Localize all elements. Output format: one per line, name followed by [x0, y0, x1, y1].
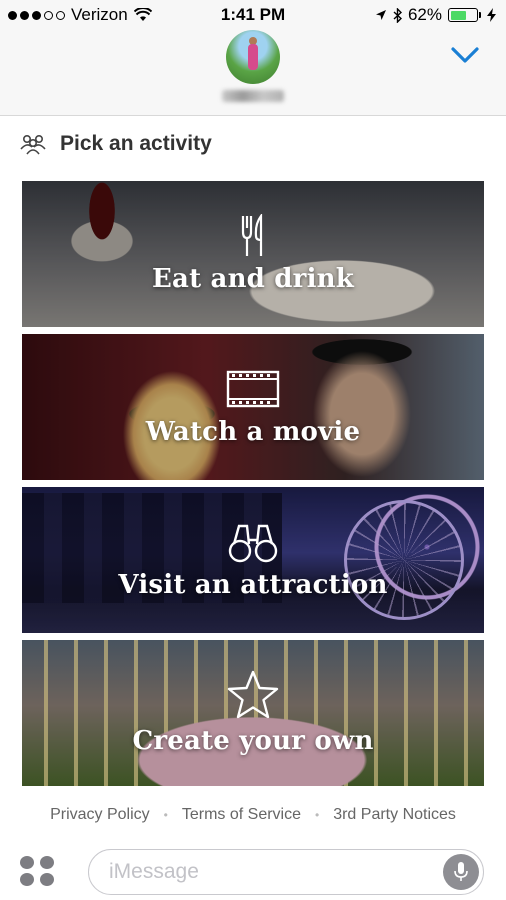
- pick-activity-heading: Pick an activity: [20, 132, 212, 156]
- star-icon: [227, 670, 279, 719]
- terms-of-service-link[interactable]: Terms of Service: [182, 806, 301, 824]
- third-party-notices-link[interactable]: 3rd Party Notices: [333, 806, 456, 824]
- chevron-down-icon[interactable]: [450, 44, 480, 66]
- app-drawer-icon[interactable]: [20, 856, 56, 886]
- link-separator: •: [315, 808, 320, 822]
- compose-bar: [0, 846, 506, 900]
- battery-percentage: 62%: [407, 5, 442, 24]
- carrier-label: Verizon: [71, 5, 128, 24]
- fork-knife-icon: [241, 214, 263, 256]
- tile-watch-a-movie[interactable]: Watch a movie: [22, 334, 484, 480]
- contact-avatar[interactable]: [226, 30, 280, 84]
- location-arrow-icon: [375, 10, 386, 20]
- tile-label: Watch a movie: [145, 417, 361, 447]
- page-title: Pick an activity: [60, 132, 212, 155]
- battery-icon: [448, 8, 481, 22]
- wifi-icon: [133, 8, 152, 21]
- link-separator: •: [163, 808, 168, 822]
- tile-label: Eat and drink: [152, 264, 354, 294]
- status-bar: Verizon 1:41 PM 62%: [0, 0, 506, 30]
- tile-create-your-own[interactable]: Create your own: [22, 640, 484, 786]
- contact-name[interactable]: [222, 90, 284, 102]
- film-icon: [226, 370, 280, 408]
- tile-visit-an-attraction[interactable]: Visit an attraction: [22, 487, 484, 633]
- binoculars-icon: [228, 524, 278, 563]
- signal-strength-icon: [8, 10, 65, 20]
- status-indicators: 62%: [375, 5, 496, 25]
- bluetooth-icon: [393, 7, 402, 23]
- microphone-icon[interactable]: [443, 854, 479, 890]
- charging-bolt-icon: [487, 8, 496, 22]
- tile-label: Visit an attraction: [118, 570, 388, 600]
- footer-links: Privacy Policy • Terms of Service • 3rd …: [0, 806, 506, 824]
- tile-label: Create your own: [132, 726, 374, 756]
- imessage-input[interactable]: [89, 850, 419, 894]
- carrier-info: Verizon: [8, 5, 152, 25]
- battery-level-fill: [450, 10, 466, 20]
- privacy-policy-link[interactable]: Privacy Policy: [50, 806, 150, 824]
- conversation-header: [0, 30, 506, 116]
- message-field[interactable]: [88, 849, 484, 895]
- tile-eat-and-drink[interactable]: Eat and drink: [22, 181, 484, 327]
- people-icon: [20, 134, 46, 155]
